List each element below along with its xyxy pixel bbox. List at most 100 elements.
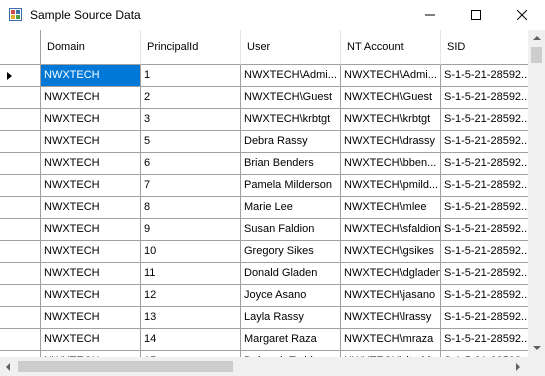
cell-nt-account[interactable]: NWXTECH\krbtgt: [341, 109, 441, 131]
row-header[interactable]: [0, 307, 41, 329]
minimize-button[interactable]: [407, 0, 453, 30]
cell-principalid[interactable]: 9: [141, 219, 241, 241]
column-header-domain[interactable]: Domain: [41, 30, 141, 65]
table-row[interactable]: NWXTECH 3 NWXTECH\krbtgt NWXTECH\krbtgt S-1-…: [0, 109, 528, 131]
horizontal-scrollbar[interactable]: [0, 357, 528, 376]
scroll-up-icon[interactable]: [533, 36, 541, 40]
table-row[interactable]: NWXTECH 7 Pamela Milderson NWXTECH\pmild...…: [0, 175, 528, 197]
row-header[interactable]: [0, 109, 41, 131]
cell-domain[interactable]: NWXTECH: [41, 263, 141, 285]
cell-nt-account[interactable]: NWXTECH\gsikes: [341, 241, 441, 263]
cell-nt-account[interactable]: NWXTECH\Admi...: [341, 65, 441, 87]
cell-user[interactable]: Margaret Raza: [241, 329, 341, 351]
cell-sid[interactable]: S-1-5-21-28592...: [441, 131, 528, 153]
cell-domain[interactable]: NWXTECH: [41, 285, 141, 307]
cell-sid[interactable]: S-1-5-21-28592...: [441, 175, 528, 197]
row-header[interactable]: [0, 87, 41, 109]
cell-principalid[interactable]: 3: [141, 109, 241, 131]
cell-nt-account[interactable]: NWXTECH\mlee: [341, 197, 441, 219]
cell-domain[interactable]: NWXTECH: [41, 65, 141, 87]
cell-principalid[interactable]: 8: [141, 197, 241, 219]
cell-sid[interactable]: S-1-5-21-28592...: [441, 307, 528, 329]
cell-principalid[interactable]: 5: [141, 131, 241, 153]
table-row[interactable]: NWXTECH 10 Gregory Sikes NWXTECH\gsikes S-1-…: [0, 241, 528, 263]
cell-principalid[interactable]: 2: [141, 87, 241, 109]
cell-principalid[interactable]: 10: [141, 241, 241, 263]
cell-user[interactable]: Gregory Sikes: [241, 241, 341, 263]
cell-domain[interactable]: NWXTECH: [41, 197, 141, 219]
table-row[interactable]: NWXTECH 11 Donald Gladen NWXTECH\dgladen S-1…: [0, 263, 528, 285]
row-header[interactable]: [0, 263, 41, 285]
horizontal-scroll-thumb[interactable]: [18, 361, 233, 372]
cell-sid[interactable]: S-1-5-21-28592...: [441, 197, 528, 219]
cell-sid[interactable]: S-1-5-21-28592...: [441, 65, 528, 87]
cell-sid[interactable]: S-1-5-21-28592...: [441, 87, 528, 109]
row-header[interactable]: [0, 241, 41, 263]
cell-user[interactable]: Joyce Asano: [241, 285, 341, 307]
cell-user[interactable]: Debra Rassy: [241, 131, 341, 153]
table-row[interactable]: NWXTECH 13 Layla Rassy NWXTECH\lrassy S-1-5-…: [0, 307, 528, 329]
scroll-left-icon[interactable]: [6, 363, 10, 371]
cell-principalid[interactable]: 14: [141, 329, 241, 351]
cell-domain[interactable]: NWXTECH: [41, 241, 141, 263]
column-header-principalid[interactable]: PrincipalId: [141, 30, 241, 65]
table-row[interactable]: NWXTECH 12 Joyce Asano NWXTECH\jasano S-1-5-…: [0, 285, 528, 307]
cell-sid[interactable]: S-1-5-21-28592...: [441, 285, 528, 307]
cell-domain[interactable]: NWXTECH: [41, 219, 141, 241]
cell-nt-account[interactable]: NWXTECH\bben...: [341, 153, 441, 175]
table-row[interactable]: NWXTECH 9 Susan Faldion NWXTECH\sfaldion S-1…: [0, 219, 528, 241]
cell-nt-account[interactable]: NWXTECH\pmild...: [341, 175, 441, 197]
cell-principalid[interactable]: 7: [141, 175, 241, 197]
cell-principalid[interactable]: 11: [141, 263, 241, 285]
data-grid[interactable]: Domain PrincipalId User NT Account SID N…: [0, 30, 545, 376]
cell-domain[interactable]: NWXTECH: [41, 131, 141, 153]
cell-user[interactable]: Brian Benders: [241, 153, 341, 175]
cell-principalid[interactable]: 13: [141, 307, 241, 329]
column-header-nt-account[interactable]: NT Account: [341, 30, 441, 65]
cell-user[interactable]: NWXTECH\krbtgt: [241, 109, 341, 131]
cell-sid[interactable]: S-1-5-21-28592...: [441, 329, 528, 351]
table-row[interactable]: NWXTECH 5 Debra Rassy NWXTECH\drassy S-1-5-2…: [0, 131, 528, 153]
cell-user[interactable]: Donald Gladen: [241, 263, 341, 285]
table-row[interactable]: NWXTECH 2 NWXTECH\Guest NWXTECH\Guest S-1-5-…: [0, 87, 528, 109]
cell-nt-account[interactable]: NWXTECH\sfaldion: [341, 219, 441, 241]
title-bar[interactable]: Sample Source Data: [0, 0, 545, 30]
row-header[interactable]: [0, 65, 41, 87]
cell-domain[interactable]: NWXTECH: [41, 87, 141, 109]
cell-domain[interactable]: NWXTECH: [41, 153, 141, 175]
cell-user[interactable]: Susan Faldion: [241, 219, 341, 241]
cell-domain[interactable]: NWXTECH: [41, 109, 141, 131]
cell-principalid[interactable]: 6: [141, 153, 241, 175]
cell-nt-account[interactable]: NWXTECH\Guest: [341, 87, 441, 109]
cell-domain[interactable]: NWXTECH: [41, 329, 141, 351]
cell-domain[interactable]: NWXTECH: [41, 307, 141, 329]
cell-user[interactable]: Marie Lee: [241, 197, 341, 219]
table-row[interactable]: NWXTECH 1 NWXTECH\Admi... NWXTECH\Admi... S-…: [0, 65, 528, 87]
cell-sid[interactable]: S-1-5-21-28592...: [441, 263, 528, 285]
cell-principalid[interactable]: 1: [141, 65, 241, 87]
cell-user[interactable]: NWXTECH\Admi...: [241, 65, 341, 87]
cell-nt-account[interactable]: NWXTECH\dgladen: [341, 263, 441, 285]
row-header[interactable]: [0, 329, 41, 351]
scroll-right-icon[interactable]: [516, 363, 520, 371]
table-row[interactable]: NWXTECH 6 Brian Benders NWXTECH\bben... S-1-…: [0, 153, 528, 175]
row-header[interactable]: [0, 131, 41, 153]
column-header-user[interactable]: User: [241, 30, 341, 65]
cell-nt-account[interactable]: NWXTECH\mraza: [341, 329, 441, 351]
column-header-sid[interactable]: SID: [441, 30, 528, 65]
scroll-down-icon[interactable]: [533, 346, 541, 350]
close-button[interactable]: [499, 0, 545, 30]
cell-sid[interactable]: S-1-5-21-28592...: [441, 219, 528, 241]
vertical-scrollbar[interactable]: [528, 30, 545, 357]
row-header[interactable]: [0, 197, 41, 219]
table-row[interactable]: NWXTECH 8 Marie Lee NWXTECH\mlee S-1-5-21-28…: [0, 197, 528, 219]
vertical-scroll-thumb[interactable]: [531, 47, 542, 63]
row-header[interactable]: [0, 175, 41, 197]
cell-principalid[interactable]: 12: [141, 285, 241, 307]
cell-nt-account[interactable]: NWXTECH\lrassy: [341, 307, 441, 329]
maximize-button[interactable]: [453, 0, 499, 30]
cell-nt-account[interactable]: NWXTECH\drassy: [341, 131, 441, 153]
cell-sid[interactable]: S-1-5-21-28592...: [441, 153, 528, 175]
row-header[interactable]: [0, 153, 41, 175]
cell-sid[interactable]: S-1-5-21-28592...: [441, 241, 528, 263]
